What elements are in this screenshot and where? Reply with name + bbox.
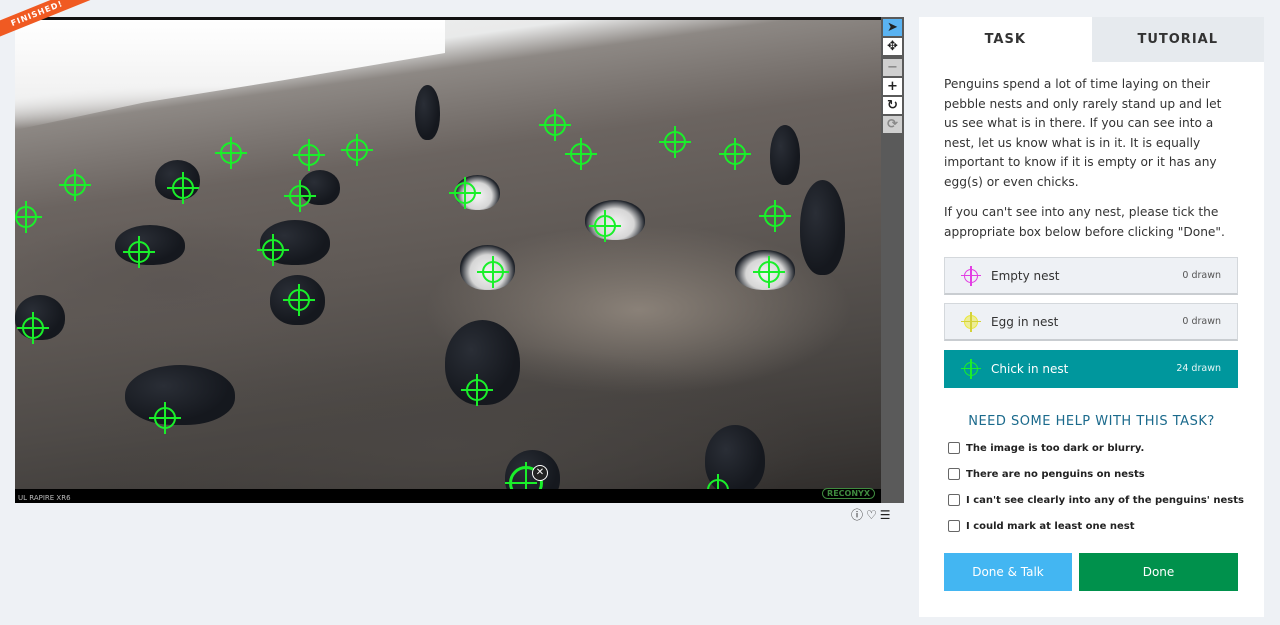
- tool-count: 24 drawn: [1176, 363, 1221, 374]
- done-button[interactable]: Done: [1079, 553, 1238, 591]
- checkbox[interactable]: [948, 468, 960, 480]
- chick-marker[interactable]: [17, 312, 49, 344]
- task-instructions: Penguins spend a lot of time laying on t…: [919, 62, 1264, 242]
- task-panel: TASK TUTORIAL Penguins spend a lot of ti…: [919, 17, 1264, 617]
- chick-marker[interactable]: [719, 138, 751, 170]
- checkbox-label: The image is too dark or blurry.: [966, 442, 1145, 454]
- snow-area: [15, 20, 445, 130]
- help-title: NEED SOME HELP WITH THIS TASK?: [968, 414, 1215, 429]
- image-meta-actions: ⓘ♡☰: [851, 506, 894, 523]
- checkbox[interactable]: [948, 520, 960, 532]
- chick-marker[interactable]: [759, 200, 791, 232]
- chick-marker[interactable]: [284, 180, 316, 212]
- subject-image-viewer[interactable]: ✕ UL RAPIRE XR6 RECONYX: [15, 17, 881, 503]
- crosshair-yellow-icon: [961, 311, 981, 332]
- chick-marker[interactable]: [149, 402, 181, 434]
- tool-count: 0 drawn: [1182, 270, 1221, 281]
- checkbox-label: I could mark at least one nest: [966, 520, 1135, 532]
- instructions-paragraph: If you can't see into any nest, please t…: [944, 205, 1225, 239]
- zoom-out-icon[interactable]: −: [883, 59, 902, 76]
- crosshair-magenta-icon: [961, 265, 981, 286]
- chick-marker[interactable]: [565, 138, 597, 170]
- tool-empty-nest-button[interactable]: Empty nest 0 drawn: [944, 257, 1238, 295]
- camera-info-bar: UL RAPIRE XR6 RECONYX: [15, 488, 881, 503]
- instructions-paragraph: Penguins spend a lot of time laying on t…: [944, 77, 1222, 189]
- zoom-in-icon[interactable]: +: [883, 78, 902, 95]
- chick-marker[interactable]: [215, 137, 247, 169]
- chick-marker[interactable]: [753, 256, 785, 288]
- chick-marker[interactable]: [461, 374, 493, 406]
- checkbox-label: There are no penguins on nests: [966, 468, 1145, 480]
- checkbox[interactable]: [948, 494, 960, 506]
- tool-label: Empty nest: [991, 268, 1060, 283]
- tool-chick-in-nest-button[interactable]: Chick in nest 24 drawn: [944, 350, 1238, 388]
- chick-marker[interactable]: [449, 177, 481, 209]
- done-and-talk-button[interactable]: Done & Talk: [944, 553, 1072, 591]
- chick-marker[interactable]: [167, 172, 199, 204]
- chick-marker[interactable]: [589, 210, 621, 242]
- image-toolbar: ➤ ✥ − + ↻ ⟳: [881, 17, 904, 503]
- chick-marker[interactable]: [659, 126, 691, 158]
- delete-marker-icon[interactable]: ✕: [532, 465, 548, 481]
- penguin: [585, 200, 645, 240]
- move-icon[interactable]: ✥: [883, 38, 902, 55]
- rotate-icon[interactable]: ↻: [883, 97, 902, 114]
- chick-marker[interactable]: [341, 134, 373, 166]
- chick-marker[interactable]: [123, 236, 155, 268]
- info-icon[interactable]: ⓘ: [851, 508, 866, 522]
- checkbox[interactable]: [948, 442, 960, 454]
- favorite-heart-icon[interactable]: ♡: [866, 508, 880, 522]
- chick-marker[interactable]: [257, 234, 289, 266]
- checkbox-label: I can't see clearly into any of the peng…: [966, 494, 1244, 506]
- chick-marker[interactable]: [59, 169, 91, 201]
- penguin: [125, 365, 235, 425]
- tool-label: Chick in nest: [991, 361, 1069, 376]
- pointer-icon[interactable]: ➤: [883, 19, 902, 36]
- penguin: [415, 85, 440, 140]
- camera-brand-logo: RECONYX: [822, 488, 875, 499]
- tool-count: 0 drawn: [1182, 316, 1221, 327]
- panel-tabs: TASK TUTORIAL: [919, 17, 1264, 62]
- penguin: [800, 180, 845, 275]
- checkbox-cant-see-nests[interactable]: I can't see clearly into any of the peng…: [948, 494, 1244, 506]
- chick-marker[interactable]: [15, 201, 42, 233]
- checkbox-marked-one-nest[interactable]: I could mark at least one nest: [948, 520, 1135, 532]
- checkbox-no-penguins[interactable]: There are no penguins on nests: [948, 468, 1145, 480]
- tool-label: Egg in nest: [991, 314, 1059, 329]
- tool-egg-in-nest-button[interactable]: Egg in nest 0 drawn: [944, 303, 1238, 341]
- penguin: [115, 225, 185, 265]
- tab-task[interactable]: TASK: [919, 17, 1092, 62]
- chick-marker[interactable]: [283, 284, 315, 316]
- chick-marker[interactable]: [293, 139, 325, 171]
- penguin: [770, 125, 800, 185]
- reset-icon[interactable]: ⟳: [883, 116, 902, 133]
- crosshair-green-icon: [961, 358, 981, 379]
- tab-tutorial[interactable]: TUTORIAL: [1091, 17, 1264, 62]
- chick-marker[interactable]: [539, 109, 571, 141]
- checkbox-too-dark[interactable]: The image is too dark or blurry.: [948, 442, 1144, 454]
- camera-label: UL RAPIRE XR6: [18, 494, 71, 502]
- chick-marker[interactable]: [477, 256, 509, 288]
- collections-list-icon[interactable]: ☰: [880, 508, 894, 522]
